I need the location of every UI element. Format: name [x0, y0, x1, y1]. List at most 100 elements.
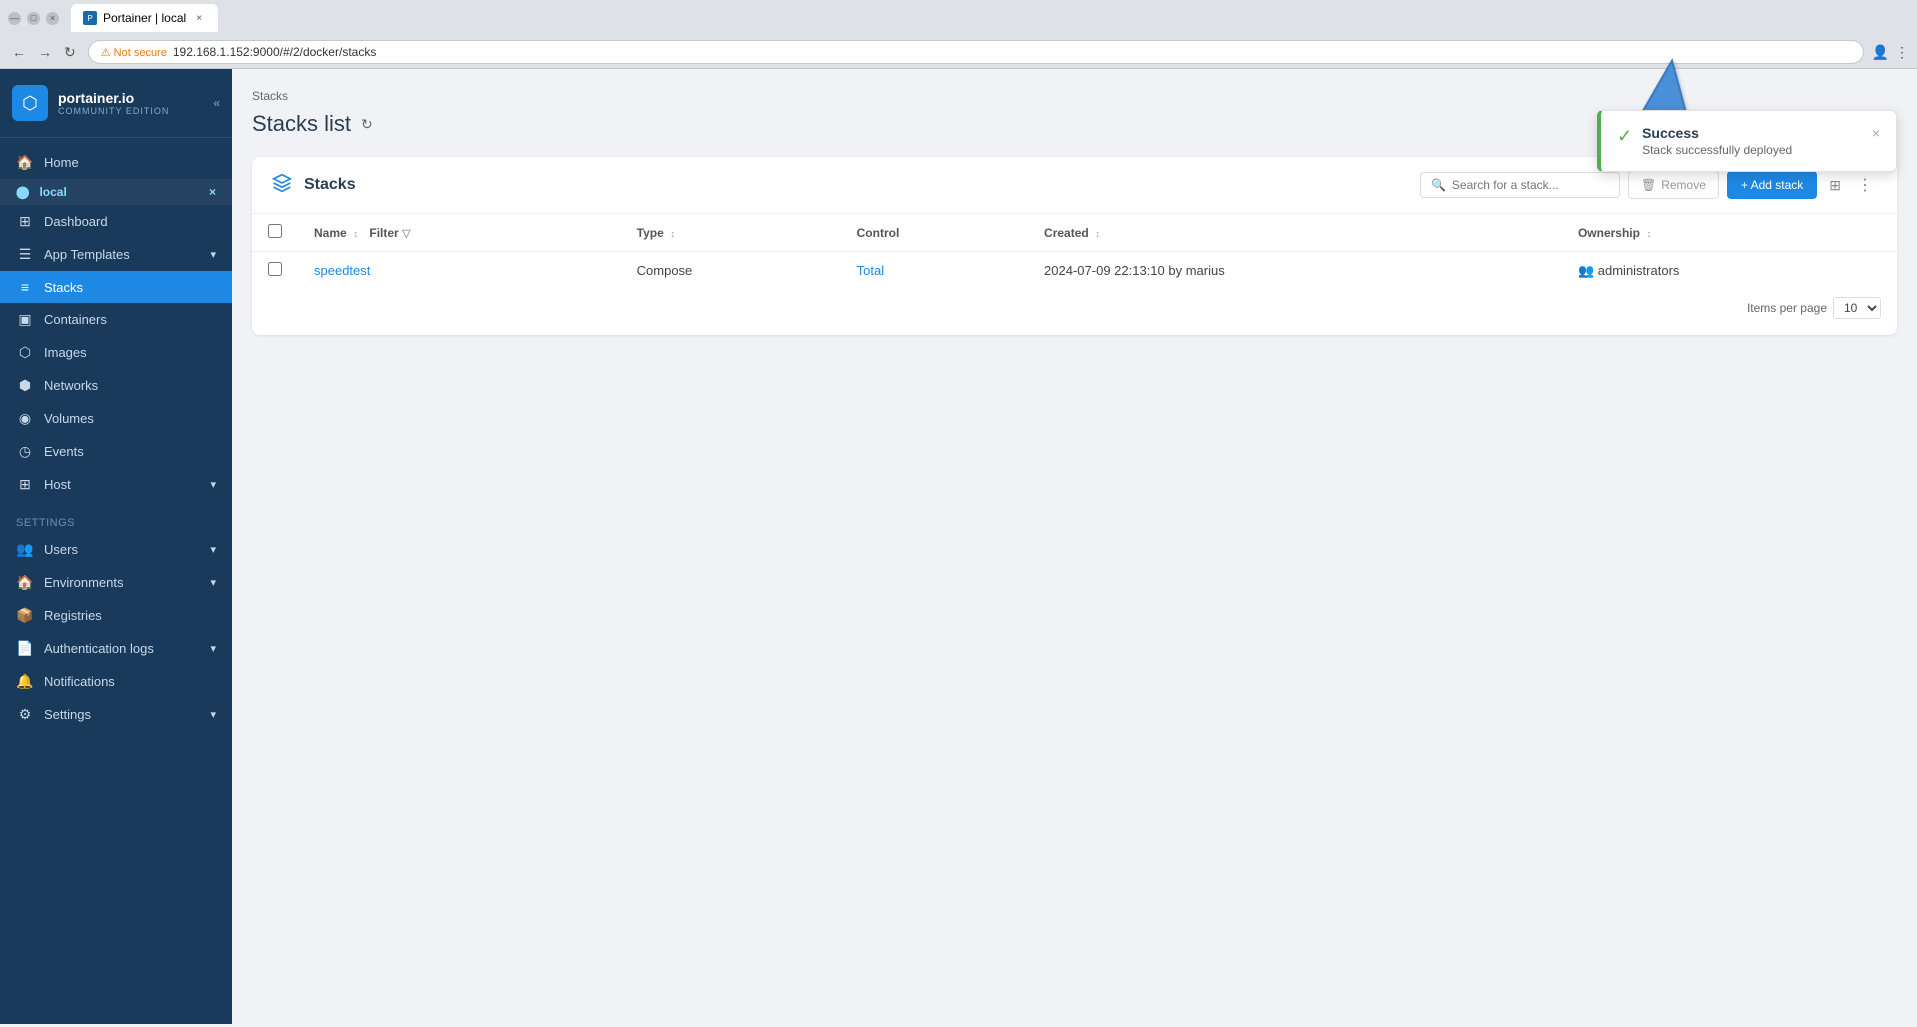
add-stack-button[interactable]: + Add stack: [1727, 171, 1817, 199]
sidebar-item-networks[interactable]: ⬢ Networks: [0, 369, 232, 402]
page-title: Stacks list: [252, 111, 351, 137]
stack-created: 2024-07-09 22:13:10 by marius: [1044, 263, 1225, 278]
page-refresh-button[interactable]: ↻: [361, 116, 373, 133]
browser-tab[interactable]: P Portainer | local ×: [71, 4, 218, 32]
select-all-checkbox[interactable]: [268, 224, 282, 238]
sidebar-item-home[interactable]: 🏠 Home: [0, 146, 232, 179]
stack-name-link[interactable]: speedtest: [314, 263, 370, 278]
images-icon: ⬡: [16, 344, 34, 361]
notifications-icon: 🔔: [16, 673, 34, 690]
sidebar-collapse-button[interactable]: «: [213, 96, 220, 110]
security-icon: ⚠ Not secure: [101, 46, 167, 59]
more-options-button[interactable]: ⋮: [1853, 171, 1877, 199]
sidebar-item-label: Stacks: [44, 280, 83, 295]
table-container: Name ↕ Filter ▽ Type ↕ Control: [252, 214, 1897, 335]
sidebar-item-label: Volumes: [44, 411, 94, 426]
browser-actions: 👤 ⋮: [1872, 44, 1909, 61]
created-sort-icon: ↕: [1095, 229, 1100, 240]
name-sort-icon: ↕: [353, 229, 358, 240]
auth-logs-icon: 📄: [16, 640, 34, 657]
minimize-button[interactable]: —: [8, 12, 21, 25]
created-column-label: Created: [1044, 226, 1089, 240]
browser-controls: — □ ×: [8, 12, 59, 25]
card-title: Stacks: [304, 176, 1408, 194]
name-column-label: Name: [314, 226, 347, 240]
nav-controls: ← → ↻: [8, 42, 80, 63]
sidebar-item-containers[interactable]: ▣ Containers: [0, 303, 232, 336]
sidebar-item-environments[interactable]: 🏠 Environments ▾: [0, 566, 232, 599]
sidebar-item-volumes[interactable]: ◉ Volumes: [0, 402, 232, 435]
row-control-cell: Total: [841, 252, 1028, 290]
refresh-button[interactable]: ↻: [60, 42, 80, 63]
remove-button[interactable]: 🗑 Remove: [1628, 171, 1719, 199]
items-per-page: Items per page 5 10 25 50: [1747, 297, 1881, 319]
search-box[interactable]: 🔍: [1420, 172, 1620, 198]
remove-label: Remove: [1661, 178, 1706, 192]
sidebar-item-dashboard[interactable]: ⊞ Dashboard: [0, 205, 232, 238]
toast-title: Success: [1642, 125, 1862, 141]
sidebar-item-label: Containers: [44, 312, 107, 327]
sidebar-item-settings[interactable]: ⚙ Settings ▾: [0, 698, 232, 731]
items-per-page-select[interactable]: 5 10 25 50: [1833, 297, 1881, 319]
ownership-column-header: Ownership ↕: [1562, 214, 1897, 252]
sidebar-item-notifications[interactable]: 🔔 Notifications: [0, 665, 232, 698]
stacks-table: Name ↕ Filter ▽ Type ↕ Control: [252, 214, 1897, 289]
row-name-cell: speedtest: [298, 252, 621, 290]
sidebar-item-label: Dashboard: [44, 214, 108, 229]
volumes-icon: ◉: [16, 410, 34, 427]
sidebar-item-label: Host: [44, 477, 71, 492]
settings-section-label: Settings: [0, 509, 232, 533]
stacks-icon: ≡: [16, 279, 34, 295]
sidebar-nav: 🏠 Home ⬤ local × ⊞ Dashboard ☰ App Templ…: [0, 138, 232, 1024]
logo-sub: Community Edition: [58, 106, 169, 116]
sidebar-item-label: Users: [44, 542, 78, 557]
grid-view-button[interactable]: ⊞: [1825, 173, 1845, 198]
table-row: speedtest Compose Total 2024-07-09 22:13…: [252, 252, 1897, 290]
sidebar-logo: ⬡ portainer.io Community Edition «: [0, 69, 232, 138]
breadcrumb: Stacks: [252, 89, 1897, 103]
control-column-header: Control: [841, 214, 1028, 252]
toast-close-button[interactable]: ×: [1872, 125, 1880, 141]
type-column-label: Type: [637, 226, 664, 240]
sidebar-item-label: Environments: [44, 575, 123, 590]
sidebar-item-events[interactable]: ◷ Events: [0, 435, 232, 468]
ownership-column-label: Ownership: [1578, 226, 1640, 240]
sidebar: ⬡ portainer.io Community Edition « 🏠 Hom…: [0, 69, 232, 1024]
search-input[interactable]: [1452, 178, 1609, 192]
success-toast: ✓ Success Stack successfully deployed ×: [1597, 110, 1897, 172]
tab-bar: P Portainer | local ×: [71, 4, 1909, 32]
toast-message: Stack successfully deployed: [1642, 143, 1862, 157]
app-templates-icon: ☰: [16, 246, 34, 263]
back-button[interactable]: ←: [8, 42, 30, 62]
sidebar-item-label: Home: [44, 155, 79, 170]
sidebar-item-images[interactable]: ⬡ Images: [0, 336, 232, 369]
sidebar-item-auth-logs[interactable]: 📄 Authentication logs ▾: [0, 632, 232, 665]
sidebar-item-label: Registries: [44, 608, 102, 623]
maximize-button[interactable]: □: [27, 12, 40, 25]
main-content: Stacks Stacks list ↻ Stacks 🔍: [232, 69, 1917, 1024]
type-column-header: Type ↕: [621, 214, 841, 252]
add-stack-label: + Add stack: [1741, 178, 1803, 192]
row-checkbox[interactable]: [268, 262, 282, 276]
environments-icon: 🏠: [16, 574, 34, 591]
sidebar-item-stacks[interactable]: ≡ Stacks: [0, 271, 232, 303]
env-indicator-icon: ⬤: [16, 185, 29, 199]
table-body: speedtest Compose Total 2024-07-09 22:13…: [252, 252, 1897, 290]
close-button[interactable]: ×: [46, 12, 59, 25]
tab-close-button[interactable]: ×: [192, 11, 206, 25]
sidebar-item-label: Networks: [44, 378, 98, 393]
env-close-button[interactable]: ×: [209, 185, 216, 199]
env-header: ⬤ local ×: [0, 179, 232, 205]
sidebar-item-registries[interactable]: 📦 Registries: [0, 599, 232, 632]
stack-control: Total: [857, 263, 884, 278]
host-icon: ⊞: [16, 476, 34, 493]
url-bar[interactable]: ⚠ Not secure 192.168.1.152:9000/#/2/dock…: [88, 40, 1864, 64]
settings-section: Settings 👥 Users ▾ 🏠 Environments ▾ 📦 Re…: [0, 501, 232, 739]
row-type-cell: Compose: [621, 252, 841, 290]
sidebar-item-users[interactable]: 👥 Users ▾: [0, 533, 232, 566]
sidebar-item-host[interactable]: ⊞ Host ▾: [0, 468, 232, 501]
sidebar-item-app-templates[interactable]: ☰ App Templates ▾: [0, 238, 232, 271]
stacks-card-icon: [272, 173, 292, 198]
forward-button[interactable]: →: [34, 42, 56, 62]
ownership-sort-icon: ↕: [1646, 229, 1651, 240]
